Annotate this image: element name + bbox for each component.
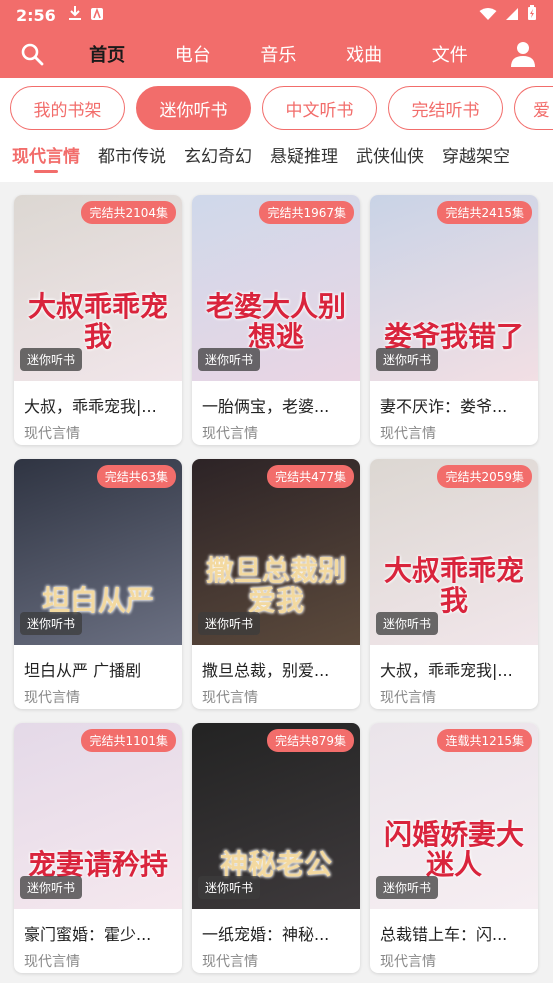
signal-icon	[505, 6, 519, 25]
category-fantasy[interactable]: 玄幻奇幻	[184, 142, 252, 173]
book-title[interactable]: 大叔，乖乖宠我|...	[14, 381, 182, 417]
book-cover[interactable]: 闪婚娇妻大迷人 连载共1215集 迷你听书	[370, 723, 538, 909]
book-cover[interactable]: 大叔乖乖宠我 完结共2059集 迷你听书	[370, 459, 538, 645]
category-time-travel[interactable]: 穿越架空	[442, 142, 510, 173]
mini-audiobook-tag: 迷你听书	[20, 876, 83, 899]
nav-tab-music[interactable]: 音乐	[236, 41, 322, 67]
episode-count-badge: 完结共63集	[96, 465, 176, 488]
category-urban-legend[interactable]: 都市传说	[98, 142, 166, 173]
episode-count-badge: 完结共477集	[267, 465, 354, 488]
book-card[interactable]: 大叔乖乖宠我 完结共2059集 迷你听书 大叔，乖乖宠我|... 现代言情	[370, 459, 538, 709]
nav-tab-opera[interactable]: 戏曲	[321, 41, 407, 67]
cover-title-art: 坦白从严	[41, 583, 154, 617]
book-card[interactable]: 大叔乖乖宠我 完结共2104集 迷你听书 大叔，乖乖宠我|... 现代言情	[14, 195, 182, 445]
episode-count-badge: 完结共1101集	[81, 729, 176, 752]
cover-title-art: 大叔乖乖宠我	[383, 554, 524, 617]
book-cover[interactable]: 大叔乖乖宠我 完结共2104集 迷你听书	[14, 195, 182, 381]
book-category: 现代言情	[202, 426, 258, 442]
book-cover[interactable]: 坦白从严 完结共63集 迷你听书	[14, 459, 182, 645]
book-title[interactable]: 豪门蜜婚：霍少...	[14, 909, 182, 945]
pill-mini-audiobook[interactable]: 迷你听书	[136, 86, 251, 130]
mini-audiobook-tag: 迷你听书	[20, 348, 83, 371]
book-category: 现代言情	[24, 690, 80, 706]
book-title[interactable]: 总裁错上车：闪...	[370, 909, 538, 945]
category-wuxia[interactable]: 武侠仙侠	[356, 142, 424, 173]
book-card[interactable]: 撒旦总裁别爱我 完结共477集 迷你听书 撒旦总裁，别爱... 现代言情	[192, 459, 360, 709]
book-card[interactable]: 闪婚娇妻大迷人 连载共1215集 迷你听书 总裁错上车：闪... 现代言情	[370, 723, 538, 973]
status-time: 2:56	[16, 5, 56, 25]
book-card[interactable]: 宠妻请矜持 完结共1101集 迷你听书 豪门蜜婚：霍少... 现代言情	[14, 723, 182, 973]
book-title[interactable]: 一纸宠婚：神秘...	[192, 909, 360, 945]
mini-audiobook-tag: 迷你听书	[198, 612, 261, 635]
mini-audiobook-tag: 迷你听书	[198, 876, 261, 899]
user-button[interactable]	[493, 30, 553, 78]
book-title[interactable]: 坦白从严 广播剧	[14, 645, 182, 681]
cover-title-art: 娄爷我错了	[383, 319, 524, 353]
episode-count-badge: 完结共2415集	[437, 201, 532, 224]
nav-tab-home[interactable]: 首页	[64, 41, 150, 67]
cover-title-art: 神秘老公	[219, 847, 332, 881]
book-card[interactable]: 坦白从严 完结共63集 迷你听书 坦白从严 广播剧 现代言情	[14, 459, 182, 709]
book-category: 现代言情	[202, 954, 258, 970]
cover-title-art: 宠妻请矜持	[27, 847, 168, 881]
episode-count-badge: 完结共2059集	[437, 465, 532, 488]
pill-chinese-audiobook[interactable]: 中文听书	[262, 86, 377, 130]
book-card[interactable]: 神秘老公 完结共879集 迷你听书 一纸宠婚：神秘... 现代言情	[192, 723, 360, 973]
nav-tab-files[interactable]: 文件	[407, 41, 493, 67]
pill-tabs: 我的书架 迷你听书 中文听书 完结听书 爱	[10, 86, 553, 130]
book-cover[interactable]: 撒旦总裁别爱我 完结共477集 迷你听书	[192, 459, 360, 645]
book-grid: 大叔乖乖宠我 完结共2104集 迷你听书 大叔，乖乖宠我|... 现代言情 老婆…	[14, 195, 538, 973]
search-button[interactable]	[0, 30, 64, 78]
mini-audiobook-tag: 迷你听书	[376, 876, 439, 899]
book-cover[interactable]: 神秘老公 完结共879集 迷你听书	[192, 723, 360, 909]
category-mystery[interactable]: 悬疑推理	[270, 142, 338, 173]
book-category: 现代言情	[380, 954, 436, 970]
book-category: 现代言情	[202, 690, 258, 706]
battery-icon	[527, 5, 537, 25]
book-cover[interactable]: 宠妻请矜持 完结共1101集 迷你听书	[14, 723, 182, 909]
sub-navigation: 我的书架 迷你听书 中文听书 完结听书 爱 现代言情 都市传说 玄幻奇幻 悬疑推…	[0, 78, 553, 182]
cover-title-art: 大叔乖乖宠我	[27, 290, 168, 353]
mini-audiobook-tag: 迷你听书	[198, 348, 261, 371]
episode-count-badge: 完结共2104集	[81, 201, 176, 224]
nav-tab-radio[interactable]: 电台	[150, 41, 236, 67]
mini-audiobook-tag: 迷你听书	[20, 612, 83, 635]
pill-my-bookshelf[interactable]: 我的书架	[10, 86, 125, 130]
download-icon	[68, 5, 82, 25]
book-cover[interactable]: 老婆大人别想逃 完结共1967集 迷你听书	[192, 195, 360, 381]
book-title[interactable]: 一胎俩宝，老婆...	[192, 381, 360, 417]
status-bar: 2:56	[0, 0, 553, 30]
pill-love[interactable]: 爱	[514, 86, 553, 130]
book-title[interactable]: 大叔，乖乖宠我|...	[370, 645, 538, 681]
wifi-icon	[479, 6, 497, 25]
mini-audiobook-tag: 迷你听书	[376, 348, 439, 371]
cover-title-art: 老婆大人别想逃	[205, 290, 346, 353]
top-nav: 首页 电台 音乐 戏曲 文件	[0, 30, 553, 78]
book-card[interactable]: 娄爷我错了 完结共2415集 迷你听书 妻不厌诈：娄爷... 现代言情	[370, 195, 538, 445]
book-title[interactable]: 妻不厌诈：娄爷...	[370, 381, 538, 417]
category-tabs: 现代言情 都市传说 玄幻奇幻 悬疑推理 武侠仙侠 穿越架空	[12, 142, 510, 173]
cover-title-art: 撒旦总裁别爱我	[205, 554, 346, 617]
book-category: 现代言情	[380, 426, 436, 442]
pill-completed-audiobook[interactable]: 完结听书	[388, 86, 503, 130]
episode-count-badge: 完结共879集	[267, 729, 354, 752]
mini-audiobook-tag: 迷你听书	[376, 612, 439, 635]
episode-count-badge: 连载共1215集	[437, 729, 532, 752]
user-icon	[510, 42, 535, 67]
search-icon	[21, 43, 44, 66]
book-category: 现代言情	[24, 954, 80, 970]
episode-count-badge: 完结共1967集	[259, 201, 354, 224]
app-notification-icon	[90, 6, 104, 25]
cover-title-art: 闪婚娇妻大迷人	[383, 818, 524, 881]
book-category: 现代言情	[24, 426, 80, 442]
book-card[interactable]: 老婆大人别想逃 完结共1967集 迷你听书 一胎俩宝，老婆... 现代言情	[192, 195, 360, 445]
book-category: 现代言情	[380, 690, 436, 706]
book-cover[interactable]: 娄爷我错了 完结共2415集 迷你听书	[370, 195, 538, 381]
category-modern-romance[interactable]: 现代言情	[12, 142, 80, 173]
book-title[interactable]: 撒旦总裁，别爱...	[192, 645, 360, 681]
